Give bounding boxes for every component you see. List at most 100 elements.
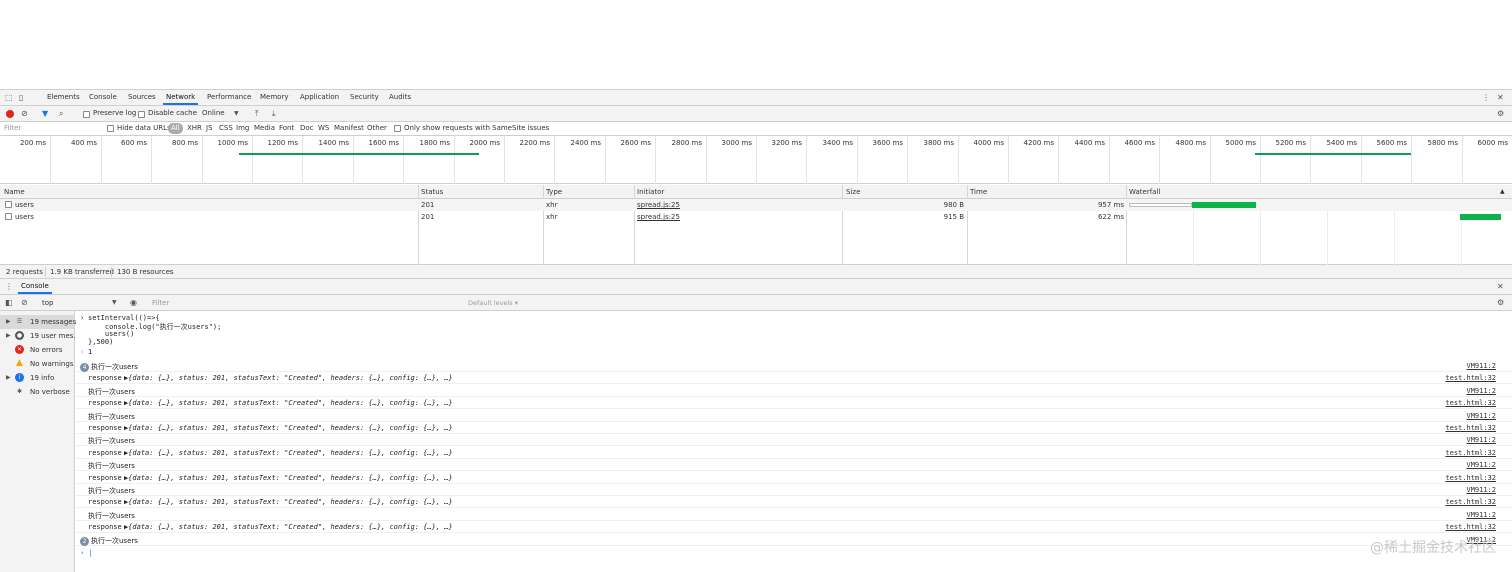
preserve-log-checkbox[interactable] bbox=[83, 111, 90, 118]
console-message[interactable]: 执行一次users VM911:2 bbox=[76, 410, 1512, 422]
type-filter-xhr[interactable]: XHR bbox=[187, 124, 202, 132]
type-filter-doc[interactable]: Doc bbox=[300, 124, 314, 132]
console-message[interactable]: response ▶{data: {…}, status: 201, statu… bbox=[76, 521, 1512, 533]
filter-input[interactable]: Filter bbox=[4, 124, 21, 132]
source-link[interactable]: VM911:2 bbox=[1466, 362, 1496, 370]
context-selector[interactable]: top bbox=[42, 299, 53, 307]
eye-icon[interactable]: ◉ bbox=[130, 298, 137, 308]
source-link[interactable]: test.html:32 bbox=[1445, 523, 1496, 531]
source-link[interactable]: VM911:2 bbox=[1466, 511, 1496, 519]
disable-cache-checkbox[interactable] bbox=[138, 111, 145, 118]
source-link[interactable]: VM911:2 bbox=[1466, 486, 1496, 494]
response-object[interactable]: {data: {…}, status: 201, statusText: "Cr… bbox=[128, 399, 453, 407]
tab-security[interactable]: Security bbox=[347, 90, 382, 105]
gear-icon[interactable]: ⚙ bbox=[1497, 109, 1504, 119]
response-object[interactable]: {data: {…}, status: 201, statusText: "Cr… bbox=[128, 424, 453, 432]
inspect-icon[interactable]: ⬚ bbox=[5, 93, 13, 103]
console-message[interactable]: response ▶{data: {…}, status: 201, statu… bbox=[76, 372, 1512, 384]
record-icon[interactable] bbox=[6, 110, 14, 118]
samesite-checkbox[interactable] bbox=[394, 125, 401, 132]
type-filter-css[interactable]: CSS bbox=[219, 124, 233, 132]
console-message[interactable]: 4 执行一次users VM911:2 bbox=[76, 360, 1512, 372]
sidebar-item-info[interactable]: ▶ i 19 info bbox=[0, 371, 75, 385]
request-initiator-link[interactable]: spread.js:25 bbox=[637, 201, 680, 209]
close-drawer-icon[interactable]: ✕ bbox=[1497, 282, 1504, 292]
expand-arrow-icon[interactable]: ▶ bbox=[6, 374, 11, 381]
source-link[interactable]: VM911:2 bbox=[1466, 461, 1496, 469]
console-message[interactable]: 执行一次users VM911:2 bbox=[76, 459, 1512, 471]
type-filter-media[interactable]: Media bbox=[254, 124, 275, 132]
console-message[interactable]: 执行一次users VM911:2 bbox=[76, 434, 1512, 446]
response-object[interactable]: {data: {…}, status: 201, statusText: "Cr… bbox=[128, 449, 453, 457]
tab-application[interactable]: Application bbox=[297, 90, 342, 105]
device-toolbar-icon[interactable]: ▯ bbox=[19, 93, 23, 103]
console-message[interactable]: response ▶{data: {…}, status: 201, statu… bbox=[76, 422, 1512, 434]
request-name[interactable]: users bbox=[15, 213, 34, 221]
sidebar-item-errors[interactable]: ✕ No errors bbox=[0, 343, 75, 357]
hide-data-urls-checkbox[interactable] bbox=[107, 125, 114, 132]
console-filter-input[interactable]: Filter bbox=[152, 299, 169, 307]
throttle-select[interactable]: Online bbox=[202, 109, 225, 117]
tab-memory[interactable]: Memory bbox=[257, 90, 291, 105]
console-message[interactable]: 执行一次users VM911:2 bbox=[76, 509, 1512, 521]
tab-audits[interactable]: Audits bbox=[386, 90, 414, 105]
search-icon[interactable]: ⌕ bbox=[59, 109, 63, 119]
sidebar-item-messages[interactable]: ▶ ☰ 19 messages bbox=[0, 315, 76, 329]
tab-network[interactable]: Network bbox=[163, 90, 199, 105]
tab-performance[interactable]: Performance bbox=[204, 90, 254, 105]
response-object[interactable]: {data: {…}, status: 201, statusText: "Cr… bbox=[128, 474, 453, 482]
type-filter-js[interactable]: JS bbox=[206, 124, 213, 132]
source-link[interactable]: test.html:32 bbox=[1445, 449, 1496, 457]
tab-sources[interactable]: Sources bbox=[125, 90, 159, 105]
import-har-icon[interactable]: ⤒ bbox=[255, 109, 259, 119]
console-message[interactable]: 执行一次users VM911:2 bbox=[76, 385, 1512, 397]
request-initiator-link[interactable]: spread.js:25 bbox=[637, 213, 680, 221]
table-row[interactable]: users 201 xhr spread.js:25 980 B 957 ms bbox=[0, 199, 1512, 211]
type-filter-all[interactable]: All bbox=[168, 123, 183, 134]
column-initiator[interactable]: Initiator bbox=[637, 188, 664, 196]
sidebar-item-warnings[interactable]: ▲ No warnings bbox=[0, 357, 75, 371]
expand-arrow-icon[interactable]: ▶ bbox=[6, 318, 11, 325]
column-name[interactable]: Name bbox=[4, 188, 25, 196]
source-link[interactable]: VM911:2 bbox=[1466, 412, 1496, 420]
table-row[interactable]: users 201 xhr spread.js:25 915 B 622 ms bbox=[0, 211, 1512, 223]
console-message[interactable]: 2 执行一次users VM911:2 bbox=[76, 534, 1512, 546]
tab-elements[interactable]: Elements bbox=[44, 90, 83, 105]
sidebar-item-user-messages[interactable]: ▶ ● 19 user mes... bbox=[0, 329, 80, 343]
sort-up-icon[interactable]: ▲ bbox=[1500, 188, 1505, 195]
clear-console-icon[interactable]: ⊘ bbox=[21, 298, 28, 308]
response-object[interactable]: {data: {…}, status: 201, statusText: "Cr… bbox=[128, 498, 453, 506]
expand-arrow-icon[interactable]: ▶ bbox=[6, 332, 11, 339]
drawer-tab-console[interactable]: Console bbox=[18, 279, 52, 294]
chevron-down-icon[interactable]: ▼ bbox=[112, 298, 117, 308]
source-link[interactable]: test.html:32 bbox=[1445, 424, 1496, 432]
column-time[interactable]: Time bbox=[970, 188, 987, 196]
tab-console[interactable]: Console bbox=[86, 90, 120, 105]
type-filter-img[interactable]: Img bbox=[236, 124, 249, 132]
type-filter-ws[interactable]: WS bbox=[318, 124, 329, 132]
request-name[interactable]: users bbox=[15, 201, 34, 209]
filter-icon[interactable]: ▼ bbox=[42, 109, 48, 119]
source-link[interactable]: test.html:32 bbox=[1445, 498, 1496, 506]
column-status[interactable]: Status bbox=[421, 188, 443, 196]
console-output[interactable]: › setInterval(()=>{ console.log("执行一次use… bbox=[76, 311, 1512, 572]
type-filter-manifest[interactable]: Manifest bbox=[334, 124, 364, 132]
column-type[interactable]: Type bbox=[546, 188, 562, 196]
sidebar-item-verbose[interactable]: ✱ No verbose bbox=[0, 385, 75, 399]
more-menu-icon[interactable]: ⋮ bbox=[1482, 93, 1490, 103]
console-message[interactable]: response ▶{data: {…}, status: 201, statu… bbox=[76, 472, 1512, 484]
clear-icon[interactable]: ⊘ bbox=[21, 109, 28, 119]
console-message[interactable]: response ▶{data: {…}, status: 201, statu… bbox=[76, 397, 1512, 409]
type-filter-font[interactable]: Font bbox=[279, 124, 294, 132]
source-link[interactable]: VM911:2 bbox=[1466, 387, 1496, 395]
close-devtools-icon[interactable]: ✕ bbox=[1497, 93, 1504, 103]
source-link[interactable]: test.html:32 bbox=[1445, 399, 1496, 407]
column-size[interactable]: Size bbox=[846, 188, 860, 196]
log-levels-dropdown[interactable]: Default levels ▾ bbox=[468, 299, 518, 307]
drawer-menu-icon[interactable]: ⋮ bbox=[5, 282, 13, 292]
console-message[interactable]: response ▶{data: {…}, status: 201, statu… bbox=[76, 496, 1512, 508]
source-link[interactable]: test.html:32 bbox=[1445, 374, 1496, 382]
console-gear-icon[interactable]: ⚙ bbox=[1497, 298, 1504, 308]
timeline-overview[interactable]: 200 ms 400 ms 600 ms 800 ms 1000 ms 1200 ms 14… bbox=[0, 136, 1512, 184]
column-waterfall[interactable]: Waterfall bbox=[1129, 188, 1160, 196]
